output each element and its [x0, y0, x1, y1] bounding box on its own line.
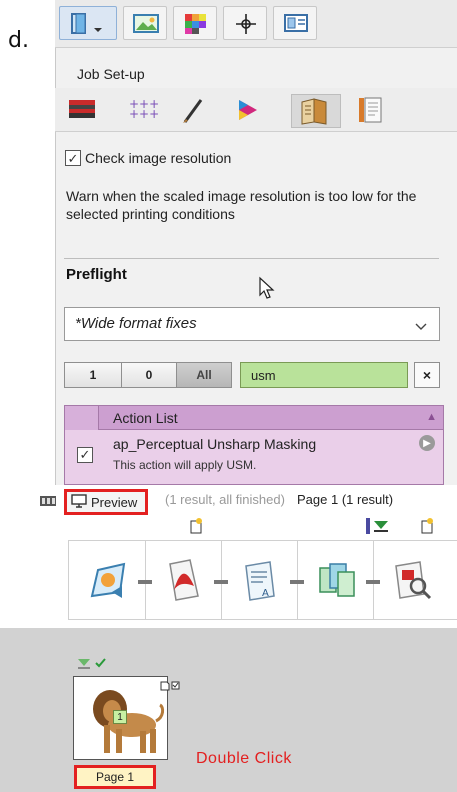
job-setup-tab-row: +++ +++	[55, 88, 457, 132]
document-dropdown-button[interactable]	[59, 6, 117, 40]
preflight-heading: Preflight	[66, 266, 127, 283]
crosshair-button[interactable]	[223, 6, 267, 40]
resolution-warning-text: Warn when the scaled image resolution is…	[66, 188, 417, 222]
pdf-icon[interactable]	[160, 556, 210, 606]
arrow-right-circle-icon[interactable]: ▶	[419, 435, 435, 451]
action-item-description: This action will apply USM.	[113, 458, 257, 472]
job-setup-title: Job Set-up	[77, 66, 145, 82]
filter-marker-icon	[366, 518, 394, 539]
new-page-icon	[189, 518, 203, 539]
page-summary: Page 1 (1 result)	[297, 492, 394, 507]
image-landscape-button[interactable]	[123, 6, 167, 40]
layout-panel-button[interactable]	[273, 6, 317, 40]
preflight-profile-select[interactable]: *Wide format fixes	[64, 307, 440, 341]
preflight-profile-value: *Wide format fixes	[75, 315, 197, 332]
page-status-icon	[160, 678, 180, 696]
color-triangle-icon	[225, 100, 269, 130]
action-list-title: Action List	[113, 410, 178, 426]
action-list-header[interactable]: Action List ▲	[65, 406, 443, 430]
check-image-resolution-row[interactable]: ✓ Check image resolution	[65, 150, 231, 166]
text-document-icon[interactable]: A	[236, 556, 286, 606]
top-toolbar	[55, 0, 457, 48]
mouse-pointer-icon	[258, 276, 276, 305]
tab-color[interactable]	[225, 94, 275, 128]
filter-button-1[interactable]: 1	[64, 362, 122, 388]
double-click-annotation: Double Click	[196, 750, 292, 767]
tab-page[interactable]	[351, 94, 401, 128]
lion-image	[74, 677, 167, 759]
tab-media[interactable]	[63, 94, 113, 128]
image-input-icon[interactable]	[84, 556, 134, 606]
color-swatch-button[interactable]	[173, 6, 217, 40]
monitor-icon	[71, 493, 87, 511]
svg-text:A: A	[262, 588, 269, 599]
action-list: Action List ▲ ✓ ap_Perceptual Unsharp Ma…	[64, 405, 444, 485]
filter-done-icon	[76, 656, 110, 674]
grid-marks-icon: +++ +++	[117, 97, 161, 130]
tab-pages[interactable]	[291, 94, 341, 128]
sort-arrow-icon[interactable]: ▲	[426, 411, 437, 423]
svg-text:+++: +++	[129, 107, 159, 121]
page-label[interactable]: Page 1	[74, 765, 156, 789]
book-pages-icon	[292, 98, 336, 131]
action-item-title[interactable]: ap_Perceptual Unsharp Masking	[113, 436, 316, 452]
inspect-icon[interactable]	[388, 556, 438, 606]
tab-marks[interactable]: +++ +++	[117, 94, 167, 128]
tab-brush[interactable]	[171, 94, 221, 128]
clear-search-button[interactable]: ×	[414, 362, 440, 388]
action-item-checkbox[interactable]: ✓	[77, 446, 93, 464]
film-strip-icon[interactable]	[39, 494, 57, 513]
result-summary: (1 result, all finished)	[165, 492, 285, 507]
preview-button[interactable]: Preview	[64, 489, 148, 515]
check-image-resolution-label: Check image resolution	[85, 150, 232, 166]
page-icon	[351, 97, 395, 130]
new-page-icon	[420, 518, 434, 539]
filter-button-0[interactable]: 0	[121, 362, 177, 388]
preview-label: Preview	[91, 494, 138, 510]
filter-button-all[interactable]: All	[176, 362, 232, 388]
margin-text-fragment: d.	[8, 28, 29, 53]
page-number-badge: 1	[113, 710, 127, 724]
pages-icon[interactable]	[312, 556, 362, 606]
section-divider	[64, 258, 439, 259]
action-search-input[interactable]: usm	[240, 362, 408, 388]
brush-icon	[171, 99, 215, 130]
check-image-resolution-checkbox[interactable]: ✓	[65, 150, 81, 166]
media-stack-icon	[63, 100, 107, 130]
chevron-down-icon	[415, 318, 427, 335]
